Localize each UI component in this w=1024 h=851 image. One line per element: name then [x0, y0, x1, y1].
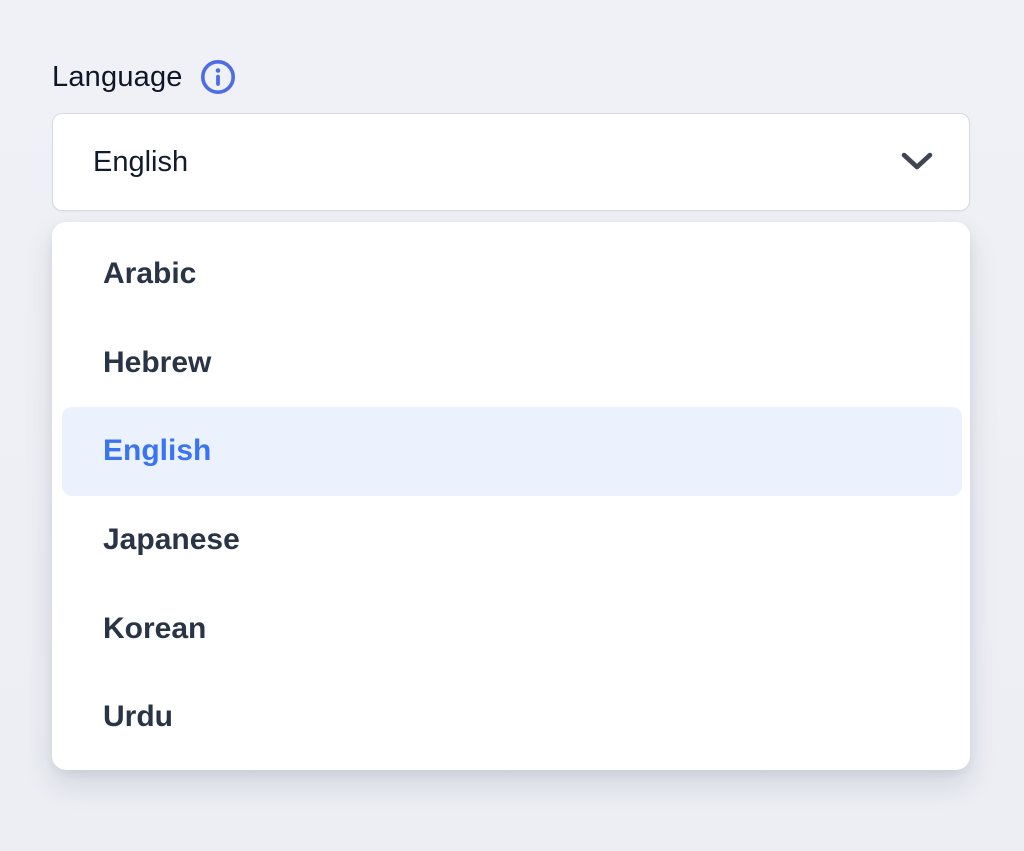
option-hebrew[interactable]: Hebrew [52, 319, 970, 408]
language-field: Language English Arabic Hebrew English J… [0, 0, 970, 770]
info-icon[interactable] [199, 58, 237, 96]
chevron-down-icon [899, 151, 935, 173]
option-english[interactable]: English [62, 407, 962, 496]
language-select[interactable]: English [52, 113, 970, 211]
option-urdu[interactable]: Urdu [52, 673, 970, 762]
option-arabic[interactable]: Arabic [52, 230, 970, 319]
option-japanese[interactable]: Japanese [52, 496, 970, 585]
label-row: Language [52, 58, 970, 96]
language-label: Language [52, 58, 183, 96]
language-dropdown: Arabic Hebrew English Japanese Korean Ur… [52, 222, 970, 770]
select-value: English [93, 146, 188, 179]
option-korean[interactable]: Korean [52, 584, 970, 673]
